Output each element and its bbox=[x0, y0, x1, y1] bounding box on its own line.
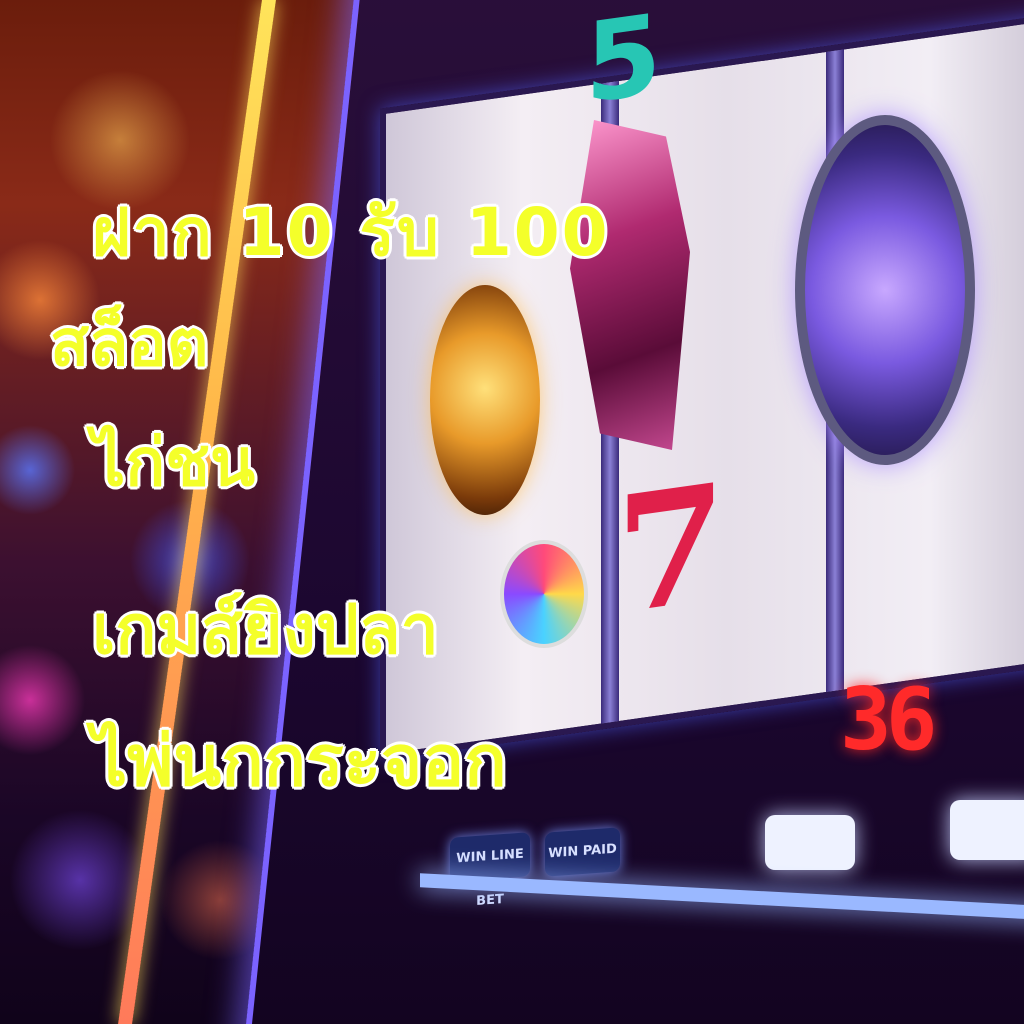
caption-mahjong: ไพ่นกกระจอก bbox=[92, 720, 507, 802]
golden-orb-symbol bbox=[430, 285, 540, 515]
panel-light bbox=[765, 815, 855, 870]
win-line-bet-button: WIN LINE BET bbox=[450, 832, 530, 909]
wheel-symbol bbox=[500, 540, 588, 648]
caption-cockfight: ไก่ชน bbox=[92, 424, 256, 501]
caption-slots: สล็อต bbox=[50, 307, 209, 381]
panel-light bbox=[950, 800, 1024, 860]
promo-headline: ฝาก 10 รับ 100 bbox=[92, 194, 610, 271]
slot-machine-photo: 5 7 36 WIN LINE BET WIN PAID ฝาก 10 รับ … bbox=[0, 0, 1024, 1024]
win-paid-button: WIN PAID bbox=[545, 827, 620, 877]
led-display: 36 bbox=[840, 670, 938, 770]
seven-symbol: 7 bbox=[615, 447, 727, 651]
caption-fish-shooting: เกมส์ยิงปลา bbox=[92, 591, 439, 670]
purple-orb-symbol bbox=[795, 115, 975, 465]
five-symbol: 5 bbox=[585, 0, 662, 129]
